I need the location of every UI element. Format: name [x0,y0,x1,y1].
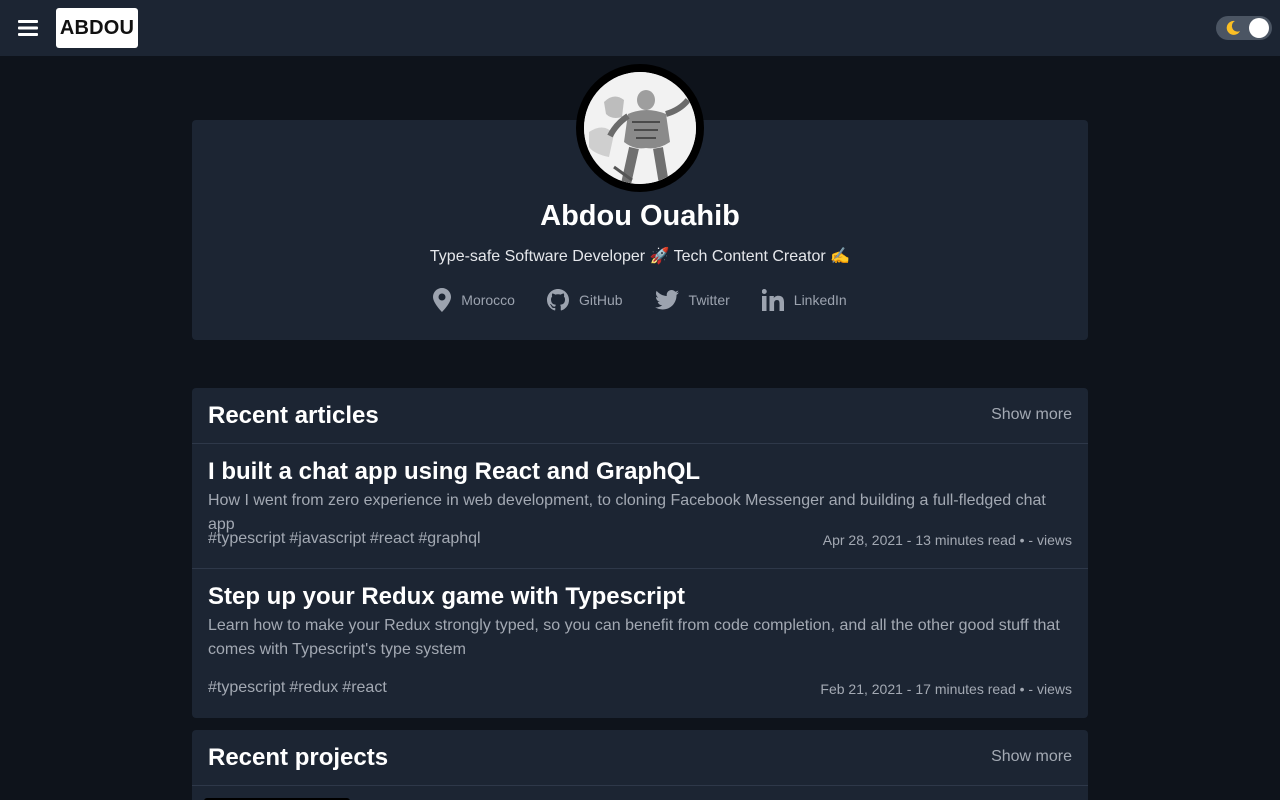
tag-react[interactable]: #react [342,679,386,697]
theme-toggle[interactable] [1216,16,1272,40]
site-logo[interactable]: ABDOU [56,8,138,48]
tag-typescript[interactable]: #typescript [208,679,285,697]
article-meta: Feb 21, 2021 - 17 minutes read • - views [820,681,1072,697]
linkedin-label: LinkedIn [793,292,847,308]
twitter-icon [654,290,679,310]
articles-show-more-link[interactable]: Show more [991,406,1072,424]
profile-bio: Type-safe Software Developer 🚀 Tech Cont… [429,248,851,265]
github-icon [546,289,569,311]
articles-header: Recent articles Show more [192,388,1088,444]
location-link: Morocco [433,288,515,312]
tag-javascript[interactable]: #javascript [289,530,365,548]
recent-articles-card: Recent articles Show more I built a chat… [192,388,1088,718]
article-meta: Apr 28, 2021 - 13 minutes read • - views [822,532,1072,548]
location-pin-icon [433,288,452,312]
linkedin-icon [761,289,784,311]
social-links: Morocco GitHub Twitter LinkedIn [192,288,1088,312]
linkedin-link[interactable]: LinkedIn [761,289,847,311]
github-label: GitHub [578,292,623,308]
hamburger-menu-icon[interactable] [14,16,42,40]
projects-header: Recent projects Show more [192,730,1088,786]
article-title[interactable]: Step up your Redux game with Typescript [208,583,685,611]
twitter-label: Twitter [688,292,730,308]
article-tags: #typescript #javascript #react #graphql [208,530,481,548]
article-title[interactable]: I built a chat app using React and Graph… [208,458,700,486]
projects-title: Recent projects [208,744,389,771]
top-navbar: ABDOU [0,0,1280,56]
article-description: Learn how to make your Redux strongly ty… [208,617,1060,658]
recent-projects-card: Recent projects Show more [192,730,1088,800]
tag-redux[interactable]: #redux [289,679,338,697]
toggle-knob [1249,18,1269,38]
tag-graphql[interactable]: #graphql [418,530,480,548]
location-label: Morocco [461,292,515,308]
article-item[interactable]: I built a chat app using React and Graph… [192,444,1088,569]
tag-typescript[interactable]: #typescript [208,530,285,548]
avatar [576,64,704,192]
tag-react[interactable]: #react [370,530,414,548]
profile-name: Abdou Ouahib [540,200,740,232]
moon-icon [1226,20,1240,35]
article-item[interactable]: Step up your Redux game with Typescript … [192,569,1088,717]
projects-show-more-link[interactable]: Show more [991,748,1072,766]
articles-title: Recent articles [208,402,379,429]
article-tags: #typescript #redux #react [208,679,387,697]
twitter-link[interactable]: Twitter [654,290,730,310]
github-link[interactable]: GitHub [546,289,623,311]
